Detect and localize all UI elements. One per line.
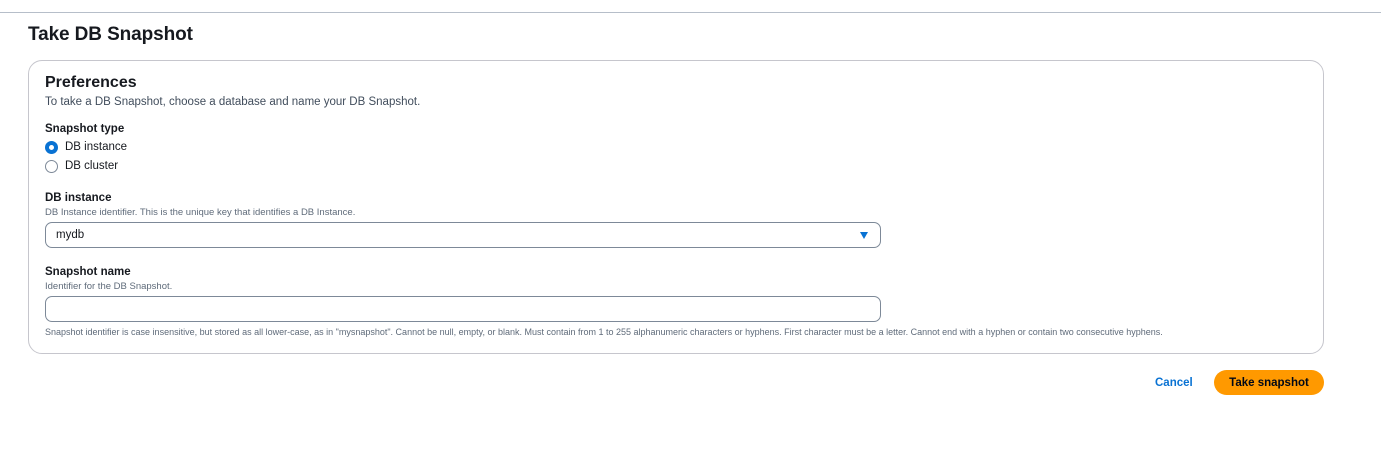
radio-db-instance-label[interactable]: DB instance [65,141,127,153]
snapshot-name-input[interactable] [45,296,881,322]
snapshot-type-label: Snapshot type [45,123,125,135]
db-instance-select[interactable]: mydb [45,222,881,248]
radio-db-cluster[interactable]: DB cluster [45,159,118,173]
header-divider [0,12,1381,13]
radio-db-cluster-label[interactable]: DB cluster [65,160,118,172]
radio-checked-icon[interactable] [45,140,58,154]
page-title: Take DB Snapshot [28,24,193,45]
preferences-description: To take a DB Snapshot, choose a database… [45,96,421,108]
radio-db-instance[interactable]: DB instance [45,140,127,154]
snapshot-name-hint: Identifier for the DB Snapshot. [45,281,173,292]
db-instance-select-value: mydb [56,229,85,241]
preferences-title: Preferences [45,74,137,91]
db-instance-hint: DB Instance identifier. This is the uniq… [45,207,356,218]
db-instance-label: DB instance [45,192,112,204]
snapshot-name-constraint: Snapshot identifier is case insensitive,… [45,327,1163,337]
preferences-panel: Preferences To take a DB Snapshot, choos… [28,60,1324,354]
cancel-button[interactable]: Cancel [1145,372,1203,394]
snapshot-name-label: Snapshot name [45,266,131,278]
radio-unchecked-icon[interactable] [45,159,58,173]
caret-down-icon[interactable] [860,232,868,239]
take-snapshot-button[interactable]: Take snapshot [1214,370,1324,395]
